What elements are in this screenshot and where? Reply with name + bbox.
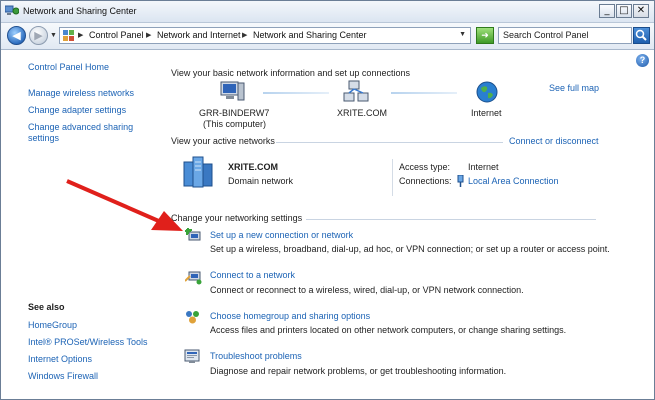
annotation-arrow [66,179,183,231]
window: Network and Sharing Center _ □ ✕ ◀ ▶ ▼ ▶… [0,0,655,400]
